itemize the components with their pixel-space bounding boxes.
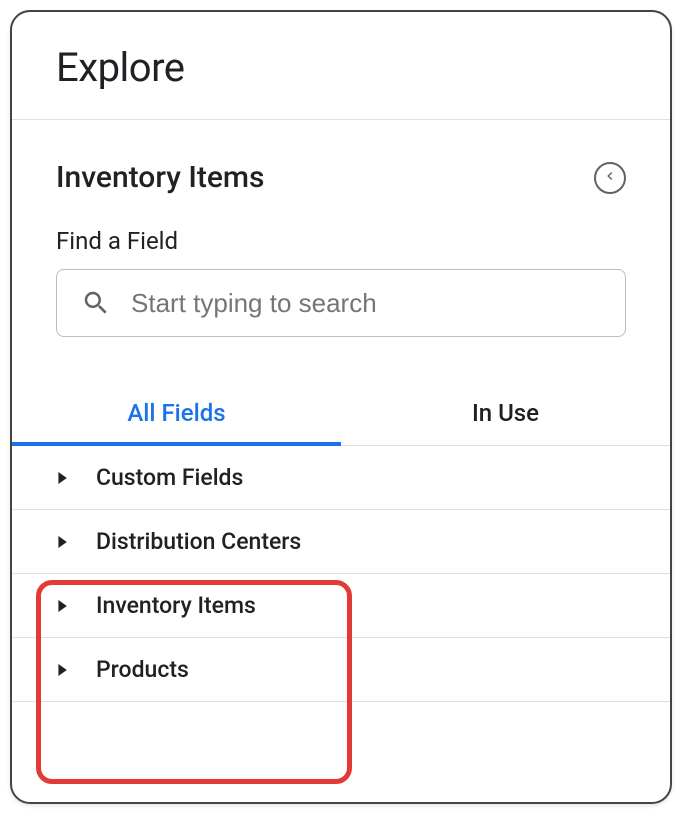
tab-all-fields[interactable]: All Fields bbox=[12, 385, 341, 445]
triangle-right-icon bbox=[56, 664, 68, 676]
field-list: Custom Fields Distribution Centers Inven… bbox=[12, 446, 670, 702]
field-label: Custom Fields bbox=[96, 464, 243, 491]
search-icon bbox=[81, 288, 111, 318]
field-item-distribution-centers[interactable]: Distribution Centers bbox=[12, 510, 670, 574]
tab-in-use-label: In Use bbox=[472, 399, 539, 427]
field-item-custom-fields[interactable]: Custom Fields bbox=[12, 446, 670, 510]
triangle-right-icon bbox=[56, 472, 68, 484]
triangle-right-icon bbox=[56, 536, 68, 548]
page-title: Explore bbox=[56, 44, 626, 91]
field-label: Distribution Centers bbox=[96, 528, 301, 555]
search-label: Find a Field bbox=[56, 227, 626, 255]
field-label: Inventory Items bbox=[96, 592, 256, 619]
collapse-button[interactable] bbox=[594, 162, 626, 194]
tab-in-use[interactable]: In Use bbox=[341, 385, 670, 445]
field-item-products[interactable]: Products bbox=[12, 638, 670, 702]
field-item-inventory-items[interactable]: Inventory Items bbox=[12, 574, 670, 638]
tab-all-fields-label: All Fields bbox=[127, 399, 225, 427]
search-input[interactable] bbox=[131, 270, 625, 336]
search-field-wrapper[interactable] bbox=[56, 269, 626, 337]
panel-title: Inventory Items bbox=[56, 160, 264, 195]
triangle-right-icon bbox=[56, 600, 68, 612]
field-label: Products bbox=[96, 656, 189, 683]
chevron-left-icon bbox=[603, 169, 617, 186]
